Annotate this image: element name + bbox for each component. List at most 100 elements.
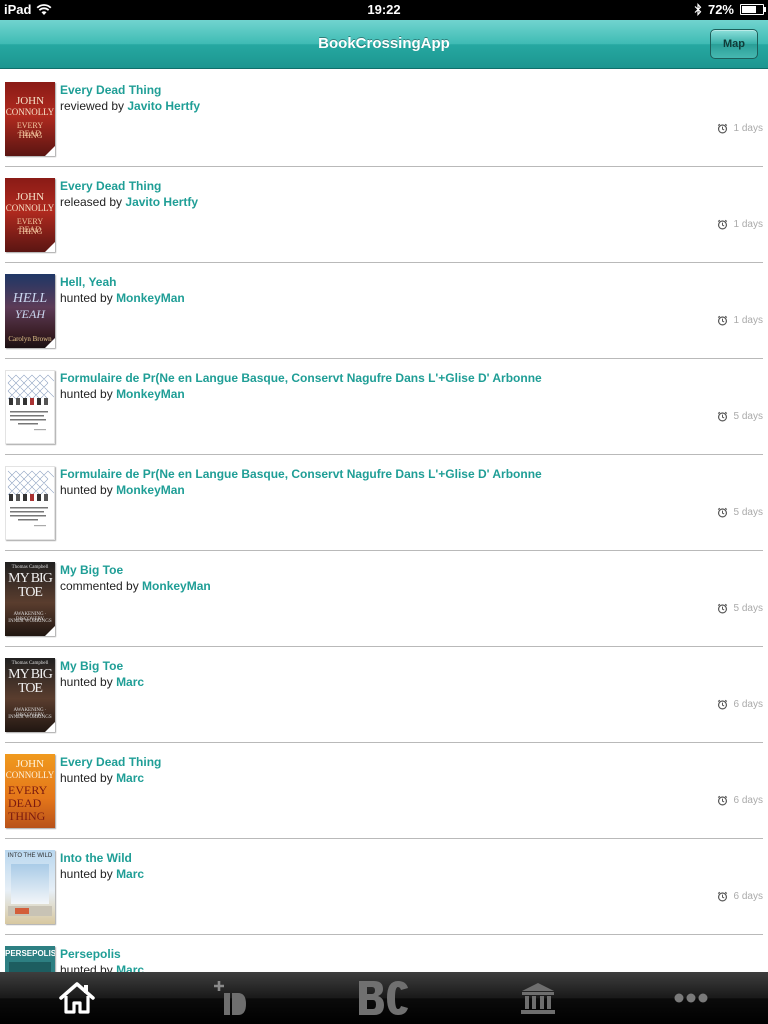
user-link[interactable]: Javito Hertfy <box>127 99 200 113</box>
book-cover[interactable]: PERSEPOLIS <box>5 946 55 972</box>
activity-verb: hunted by <box>60 675 113 689</box>
timestamp-label: 1 days <box>733 315 763 326</box>
activity-verb: hunted by <box>60 387 113 401</box>
user-link[interactable]: MonkeyMan <box>116 291 185 305</box>
user-link[interactable]: Marc <box>116 963 144 972</box>
timestamp: 6 days <box>717 699 763 710</box>
activity-line: reviewed by Javito Hertfy <box>60 99 200 113</box>
activity-verb: hunted by <box>60 867 113 881</box>
timestamp-label: 5 days <box>733 411 763 422</box>
activity-verb: reviewed by <box>60 99 125 113</box>
user-link[interactable]: MonkeyMan <box>116 387 185 401</box>
book-title[interactable]: Into the Wild <box>60 851 132 865</box>
timestamp-label: 6 days <box>733 795 763 806</box>
tab-more[interactable] <box>614 972 768 1024</box>
tab-bookcrossing[interactable] <box>307 972 461 1024</box>
feed-row[interactable]: Formulaire de Pr(Ne en Langue Basque, Co… <box>5 455 763 551</box>
book-title[interactable]: My Big Toe <box>60 563 123 577</box>
battery-icon <box>740 4 766 15</box>
activity-verb: commented by <box>60 579 139 593</box>
feed-row[interactable]: JOHN CONNOLLY EVERY DEAD THING Every Dead Thi… <box>5 743 763 839</box>
book-cover[interactable]: HELL YEAH Carolyn Brown <box>5 274 55 348</box>
activity-line: hunted by Marc <box>60 675 144 689</box>
status-bar: iPad 19:22 72% <box>0 0 768 20</box>
timestamp: 5 days <box>717 603 763 614</box>
activity-line: hunted by Marc <box>60 867 144 881</box>
feed-row[interactable]: Formulaire de Pr(Ne en Langue Basque, Co… <box>5 359 763 455</box>
book-cover[interactable] <box>5 466 55 540</box>
feed-row[interactable]: PERSEPOLIS Persepolis hunted by Marc <box>5 935 763 972</box>
feed-row[interactable]: Thomas Campbell MY BIG TOE AWAKENING · DIS… <box>5 647 763 743</box>
user-link[interactable]: MonkeyMan <box>116 483 185 497</box>
book-cover[interactable]: JOHN CONNOLLY EVERY DEAD THING <box>5 178 55 252</box>
book-cover[interactable]: JOHN CONNOLLY EVERY DEAD THING <box>5 82 55 156</box>
alarm-clock-icon <box>717 123 727 134</box>
book-title[interactable]: Formulaire de Pr(Ne en Langue Basque, Co… <box>60 371 542 385</box>
book-title[interactable]: Formulaire de Pr(Ne en Langue Basque, Co… <box>60 467 542 481</box>
activity-verb: hunted by <box>60 963 113 972</box>
book-title[interactable]: Every Dead Thing <box>60 83 161 97</box>
battery-label: 72% <box>707 2 734 17</box>
alarm-clock-icon <box>717 315 727 326</box>
alarm-clock-icon <box>717 603 727 614</box>
feed-row[interactable]: HELL YEAH Carolyn Brown Hell, Yeah hunted by… <box>5 263 763 359</box>
timestamp: 6 days <box>717 891 763 902</box>
feed-row[interactable]: JOHN CONNOLLY EVERY DEAD THING Every Dead Th… <box>5 71 763 167</box>
timestamp: 1 days <box>717 315 763 326</box>
activity-verb: hunted by <box>60 771 113 785</box>
activity-line: hunted by Marc <box>60 771 144 785</box>
activity-verb: released by <box>60 195 123 209</box>
tab-home[interactable] <box>0 972 154 1024</box>
book-title[interactable]: Persepolis <box>60 947 121 961</box>
book-cover[interactable] <box>5 370 55 444</box>
activity-line: commented by MonkeyMan <box>60 579 211 593</box>
activity-verb: hunted by <box>60 291 113 305</box>
alarm-clock-icon <box>717 507 727 518</box>
book-title[interactable]: Every Dead Thing <box>60 179 161 193</box>
feed-row[interactable]: Thomas Campbell MY BIG TOE AWAKENING · DIS… <box>5 551 763 647</box>
book-title[interactable]: My Big Toe <box>60 659 123 673</box>
book-cover[interactable]: INTO THE WILD <box>5 850 55 924</box>
status-right: 72% <box>694 2 766 17</box>
tab-add-book[interactable] <box>154 972 308 1024</box>
timestamp: 1 days <box>717 219 763 230</box>
feed-row[interactable]: JOHN CONNOLLY EVERY DEAD THING Every Dead Th… <box>5 167 763 263</box>
user-link[interactable]: MonkeyMan <box>142 579 211 593</box>
book-title[interactable]: Hell, Yeah <box>60 275 116 289</box>
timestamp: 6 days <box>717 795 763 806</box>
bluetooth-icon <box>694 3 702 16</box>
activity-feed[interactable]: JOHN CONNOLLY EVERY DEAD THING Every Dead Th… <box>0 71 768 972</box>
app-title: BookCrossingApp <box>318 35 450 52</box>
timestamp-label: 5 days <box>733 603 763 614</box>
user-link[interactable]: Marc <box>116 867 144 881</box>
timestamp: 5 days <box>717 507 763 518</box>
more-icon <box>674 993 708 1003</box>
tab-library[interactable] <box>461 972 615 1024</box>
add-book-icon <box>214 981 247 1015</box>
activity-line: hunted by MonkeyMan <box>60 387 185 401</box>
user-link[interactable]: Marc <box>116 675 144 689</box>
book-cover[interactable]: JOHN CONNOLLY EVERY DEAD THING <box>5 754 55 828</box>
activity-line: hunted by Marc <box>60 963 144 972</box>
book-cover[interactable]: Thomas Campbell MY BIG TOE AWAKENING · DIS… <box>5 562 55 636</box>
timestamp-label: 5 days <box>733 507 763 518</box>
clock-label: 19:22 <box>367 2 401 17</box>
timestamp-label: 6 days <box>733 891 763 902</box>
bookcrossing-logo-icon <box>358 981 408 1015</box>
book-cover[interactable]: Thomas Campbell MY BIG TOE AWAKENING · DIS… <box>5 658 55 732</box>
tab-bar <box>0 972 768 1024</box>
timestamp-label: 1 days <box>733 123 763 134</box>
activity-line: released by Javito Hertfy <box>60 195 198 209</box>
alarm-clock-icon <box>717 891 727 902</box>
user-link[interactable]: Javito Hertfy <box>125 195 198 209</box>
book-title[interactable]: Every Dead Thing <box>60 755 161 769</box>
alarm-clock-icon <box>717 699 727 710</box>
activity-verb: hunted by <box>60 483 113 497</box>
user-link[interactable]: Marc <box>116 771 144 785</box>
activity-line: hunted by MonkeyMan <box>60 483 185 497</box>
feed-row[interactable]: INTO THE WILD Into the Wild hunted by Marc… <box>5 839 763 935</box>
alarm-clock-icon <box>717 411 727 422</box>
timestamp: 1 days <box>717 123 763 134</box>
map-button[interactable]: Map <box>710 29 758 59</box>
alarm-clock-icon <box>717 219 727 230</box>
